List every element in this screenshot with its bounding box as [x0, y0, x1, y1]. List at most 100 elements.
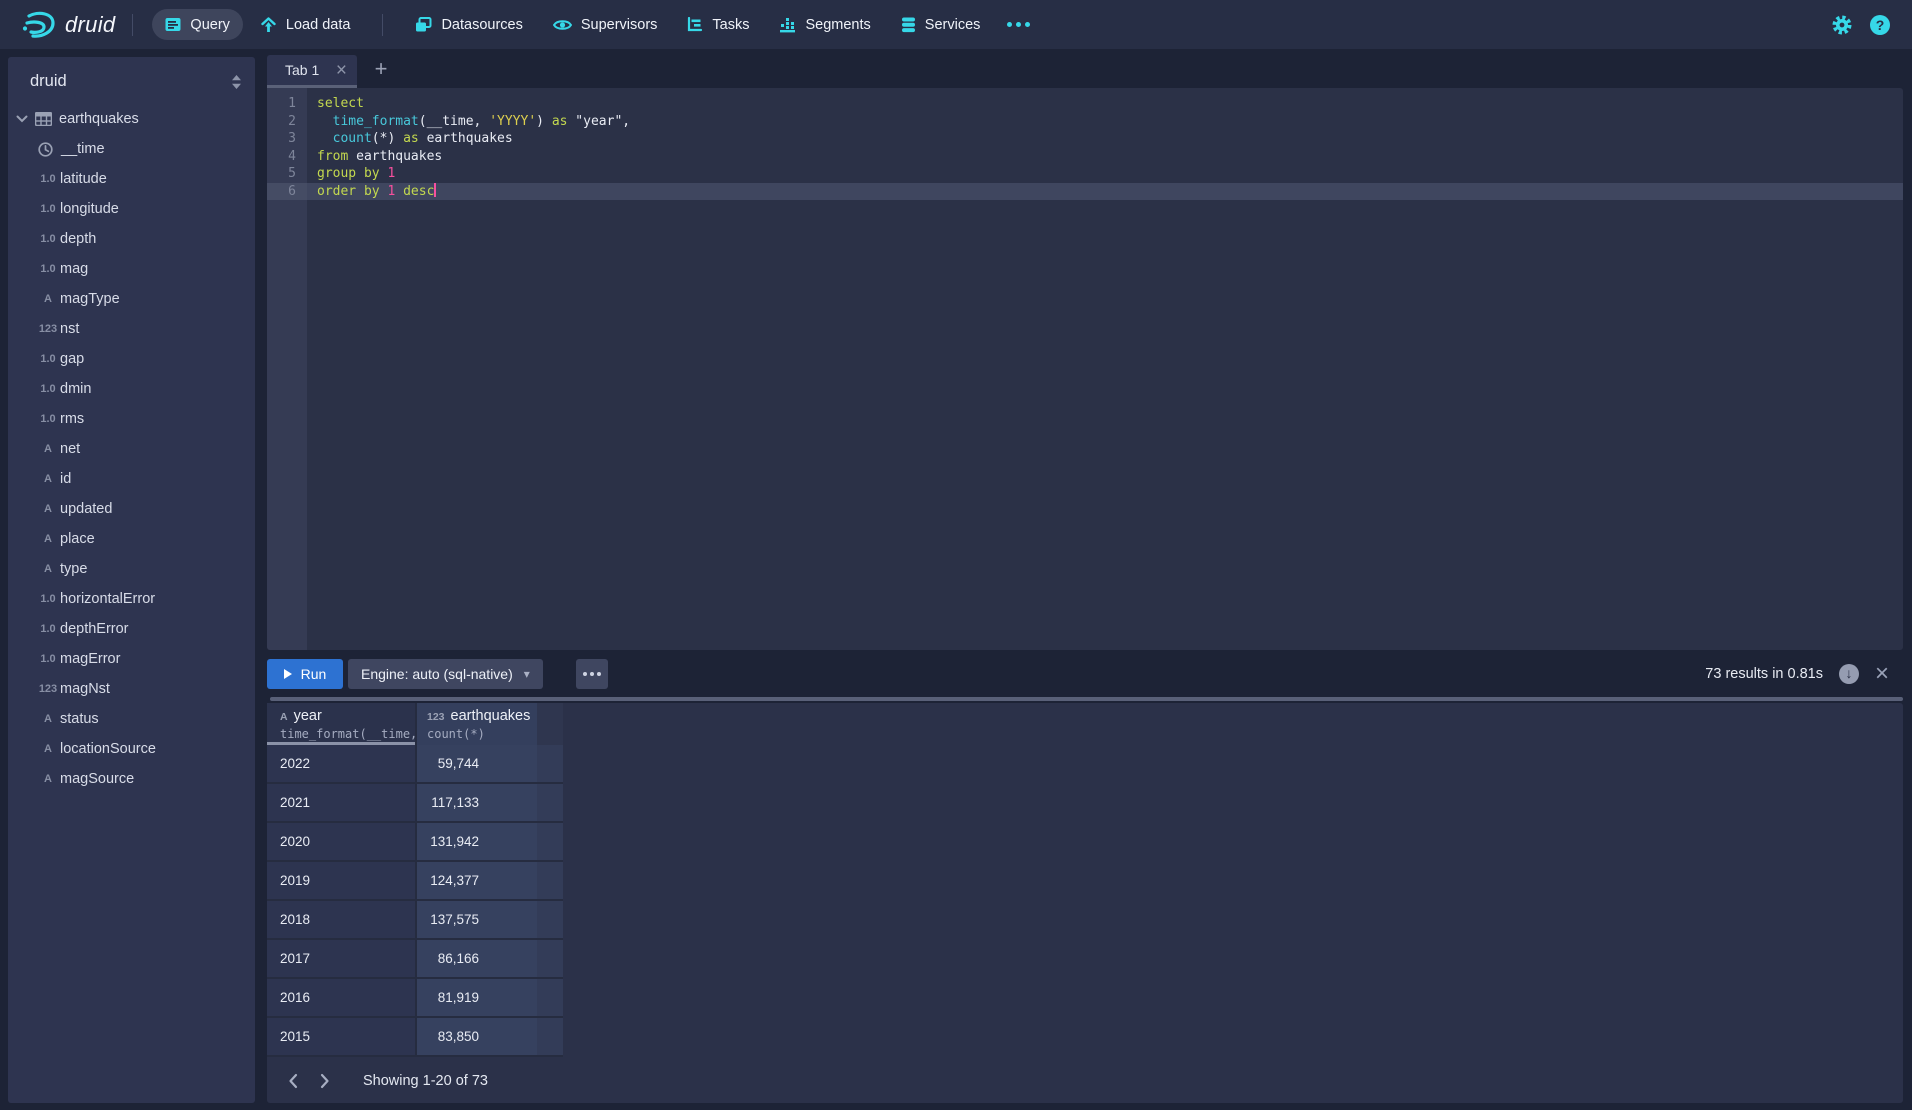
tree-item-type[interactable]: Atype: [8, 554, 255, 584]
tree-item-gap[interactable]: 1.0gap: [8, 344, 255, 374]
column-label: magNst: [60, 681, 110, 697]
cell-year[interactable]: 2015: [267, 1018, 417, 1057]
type-badge-string: A: [37, 533, 59, 545]
text-cursor: [434, 183, 436, 197]
column-header-earthquakes[interactable]: 123earthquakes count(*): [417, 703, 537, 745]
tree-item-updated[interactable]: Aupdated: [8, 494, 255, 524]
column-label: magType: [60, 291, 120, 307]
cell-earthquakes[interactable]: 59,744: [417, 745, 537, 784]
table-row: 2017 86,166: [267, 940, 1903, 979]
schema-sidebar: druid earthquakes: [8, 57, 255, 1103]
tree-item-time[interactable]: __time: [8, 134, 255, 164]
gear-icon[interactable]: [1831, 14, 1853, 36]
tree-item-net[interactable]: Anet: [8, 434, 255, 464]
tree-item-place[interactable]: Aplace: [8, 524, 255, 554]
line-number: 3: [267, 130, 307, 148]
sidebar-header: druid: [8, 57, 255, 99]
cell-earthquakes[interactable]: 117,133: [417, 784, 537, 823]
cell-earthquakes[interactable]: 131,942: [417, 823, 537, 862]
cell-earthquakes[interactable]: 137,575: [417, 901, 537, 940]
segments-icon: [779, 17, 796, 33]
close-results-icon[interactable]: ×: [1875, 662, 1889, 686]
run-button[interactable]: Run: [267, 659, 343, 689]
prev-page-icon[interactable]: [277, 1068, 309, 1094]
cell-year[interactable]: 2016: [267, 979, 417, 1018]
druid-logo-icon: [20, 10, 58, 40]
cell-earthquakes[interactable]: 124,377: [417, 862, 537, 901]
table-row: 2018 137,575: [267, 901, 1903, 940]
nav-item-query[interactable]: Query: [152, 9, 243, 40]
services-icon: [901, 17, 916, 33]
tree-item-nst[interactable]: 123nst: [8, 314, 255, 344]
help-icon[interactable]: ?: [1870, 15, 1890, 35]
cell-year[interactable]: 2017: [267, 940, 417, 979]
tree-item-earthquakes[interactable]: earthquakes: [8, 104, 255, 134]
tree-item-status[interactable]: Astatus: [8, 704, 255, 734]
tree-item-horizontalError[interactable]: 1.0horizontalError: [8, 584, 255, 614]
tree-item-id[interactable]: Aid: [8, 464, 255, 494]
tree-item-magError[interactable]: 1.0magError: [8, 644, 255, 674]
nav-item-supervisors[interactable]: Supervisors: [540, 9, 671, 40]
tab-label: Tab 1: [285, 62, 319, 78]
cell-earthquakes[interactable]: 81,919: [417, 979, 537, 1018]
cell-year[interactable]: 2018: [267, 901, 417, 940]
druid-logo[interactable]: druid: [20, 10, 115, 40]
nav-item-segments[interactable]: Segments: [766, 9, 883, 40]
tree-item-depthError[interactable]: 1.0depthError: [8, 614, 255, 644]
column-label: magSource: [60, 771, 134, 787]
line-number: 1: [267, 95, 307, 113]
add-tab-button[interactable]: +: [367, 55, 395, 85]
line-number: 4: [267, 148, 307, 166]
cell-year[interactable]: 2020: [267, 823, 417, 862]
tree-item-longitude[interactable]: 1.0longitude: [8, 194, 255, 224]
cell-earthquakes[interactable]: 86,166: [417, 940, 537, 979]
nav-item-load-data[interactable]: Load data: [247, 9, 364, 40]
cell-year[interactable]: 2019: [267, 862, 417, 901]
type-badge-string: A: [37, 293, 59, 305]
nav-more-button[interactable]: [995, 22, 1042, 27]
run-status-group: 73 results in 0.81s ↓ ×: [1705, 662, 1903, 686]
cell-year[interactable]: 2021: [267, 784, 417, 823]
column-label: id: [60, 471, 71, 487]
sort-columns-icon[interactable]: [230, 74, 243, 90]
download-icon[interactable]: ↓: [1839, 664, 1859, 684]
type-badge-float: 1.0: [37, 353, 59, 365]
tab-close-icon[interactable]: ×: [336, 61, 347, 80]
tree-item-locationSource[interactable]: AlocationSource: [8, 734, 255, 764]
tree-item-depth[interactable]: 1.0depth: [8, 224, 255, 254]
sql-code[interactable]: select time_format(__time, 'YYYY') as "y…: [307, 88, 1903, 650]
column-header-empty: [537, 703, 563, 745]
column-expression: time_format(__time, …: [280, 727, 415, 741]
query-tab-1[interactable]: Tab 1 ×: [267, 55, 357, 85]
tree-item-magNst[interactable]: 123magNst: [8, 674, 255, 704]
results-horizontal-scrollbar[interactable]: [270, 697, 1903, 701]
cell-year[interactable]: 2022: [267, 745, 417, 784]
more-dots-icon: [583, 672, 587, 676]
code-line: count(*) as earthquakes: [307, 130, 1903, 148]
tree-item-mag[interactable]: 1.0mag: [8, 254, 255, 284]
nav-item-datasources[interactable]: Datasources: [402, 9, 535, 40]
tree-item-dmin[interactable]: 1.0dmin: [8, 374, 255, 404]
tree-item-magType[interactable]: AmagType: [8, 284, 255, 314]
code-line: select: [307, 95, 1903, 113]
column-label: gap: [60, 351, 84, 367]
tree-item-latitude[interactable]: 1.0latitude: [8, 164, 255, 194]
nav-item-label: Supervisors: [581, 17, 658, 33]
engine-label: Engine: auto (sql-native): [361, 666, 513, 682]
column-header-year[interactable]: Ayear time_format(__time, …: [267, 703, 417, 745]
engine-select[interactable]: Engine: auto (sql-native) ▾: [348, 659, 543, 689]
more-dots-icon: [1007, 22, 1012, 27]
tree-item-rms[interactable]: 1.0rms: [8, 404, 255, 434]
sql-editor[interactable]: 1 2 3 4 5 6 select time_format(__time, '…: [267, 88, 1903, 650]
number-type-icon: 123: [427, 711, 445, 723]
sort-indicator: [267, 742, 415, 745]
nav-item-services[interactable]: Services: [888, 9, 994, 40]
nav-item-tasks[interactable]: Tasks: [674, 9, 762, 40]
cell-earthquakes[interactable]: 83,850: [417, 1018, 537, 1057]
next-page-icon[interactable]: [309, 1068, 341, 1094]
tree-item-magSource[interactable]: AmagSource: [8, 764, 255, 794]
column-name: earthquakes: [451, 708, 531, 724]
query-more-button[interactable]: [576, 659, 608, 689]
column-label: __time: [61, 141, 105, 157]
column-label: latitude: [60, 171, 107, 187]
